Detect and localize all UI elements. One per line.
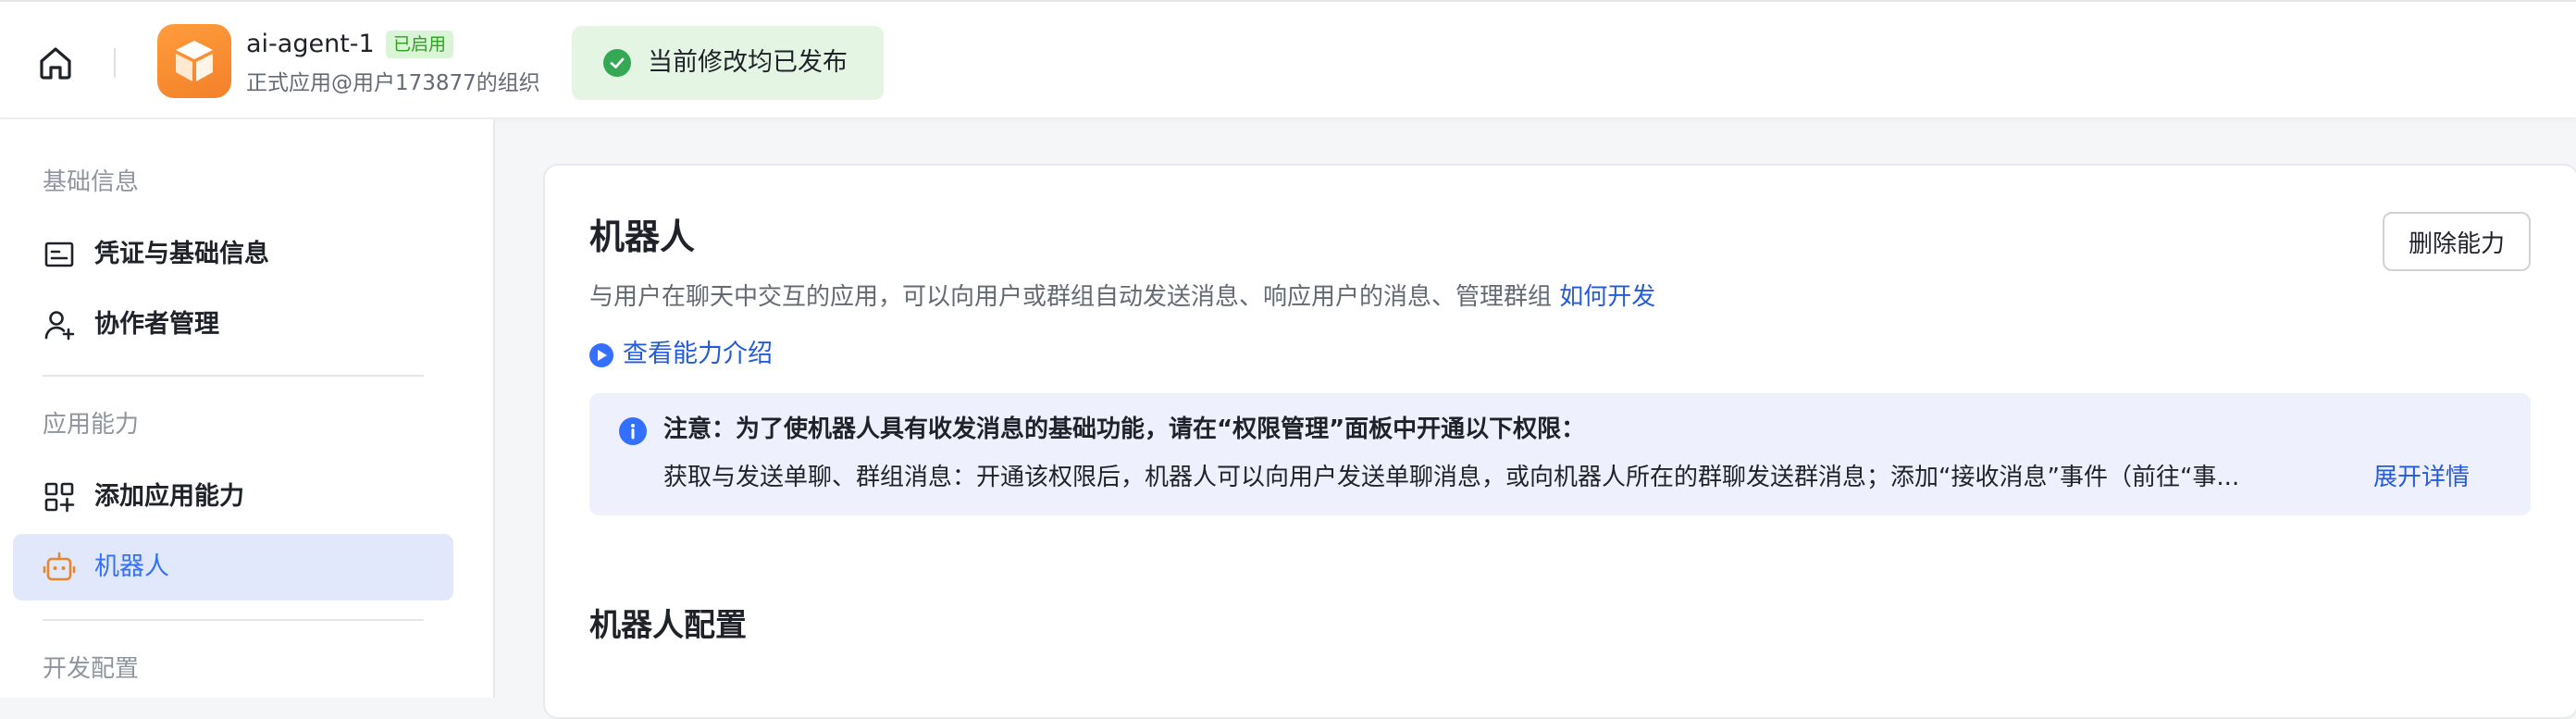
app-logo [157, 24, 231, 98]
sidebar-divider [43, 619, 424, 621]
sidebar-item-bot[interactable]: 机器人 [13, 534, 453, 601]
status-badge: 已启用 [386, 31, 454, 58]
play-circle-icon [589, 343, 613, 367]
sidebar-item-label: 添加应用能力 [94, 482, 244, 511]
id-card-icon [44, 242, 74, 267]
sidebar-item-label: 凭证与基础信息 [94, 240, 269, 268]
how-to-develop-link[interactable]: 如何开发 [1559, 283, 1655, 311]
expand-details-link[interactable]: 展开详情 [2373, 460, 2470, 495]
sidebar-item-credentials[interactable]: 凭证与基础信息 [13, 221, 453, 288]
user-add-icon [44, 311, 75, 341]
app-name: ai-agent-1 [246, 30, 375, 58]
check-circle-icon [603, 49, 631, 77]
home-icon [40, 47, 71, 80]
permission-notice: 注意：为了使机器人具有收发消息的基础功能，请在“权限管理”面板中开通以下权限： … [589, 393, 2531, 515]
sidebar-item-label: 机器人 [94, 552, 169, 581]
box-icon [176, 41, 213, 81]
sidebar-group-dev: 开发配置 [43, 655, 140, 683]
sidebar-item-label: 协作者管理 [94, 310, 219, 339]
page-title: 机器人 [589, 217, 696, 257]
sidebar-group-basic: 基础信息 [43, 168, 140, 196]
sidebar-item-add-capability[interactable]: 添加应用能力 [13, 464, 453, 530]
capability-description: 与用户在聊天中交互的应用，可以向用户或群组自动发送消息、响应用户的消息、管理群组… [589, 280, 1655, 314]
robot-icon [43, 552, 76, 581]
home-button[interactable] [35, 43, 76, 83]
publish-status-text: 当前修改均已发布 [648, 48, 848, 77]
description-text: 与用户在聊天中交互的应用，可以向用户或群组自动发送消息、响应用户的消息、管理群组 [589, 283, 1553, 311]
header-divider [114, 48, 116, 78]
app-subtitle: 正式应用@用户173877的组织 [246, 71, 540, 95]
info-icon [619, 417, 647, 445]
top-bar: ai-agent-1 已启用 正式应用@用户173877的组织 当前修改均已发布 [0, 0, 2576, 118]
sidebar-item-collaborators[interactable]: 协作者管理 [13, 291, 453, 358]
sidebar-divider [43, 375, 424, 377]
bot-config-heading: 机器人配置 [589, 607, 747, 644]
notice-heading: 注意：为了使机器人具有收发消息的基础功能，请在“权限管理”面板中开通以下权限： [663, 415, 1586, 443]
bot-capability-card: 机器人 删除能力 与用户在聊天中交互的应用，可以向用户或群组自动发送消息、响应用… [543, 164, 2576, 719]
sidebar: 基础信息 凭证与基础信息 协作者管理 应用能力 添加应用能力 机器人 开发配置 [0, 119, 495, 698]
delete-capability-button[interactable]: 删除能力 [2383, 212, 2531, 271]
view-intro-label: 查看能力介绍 [623, 340, 773, 368]
publish-status-banner: 当前修改均已发布 [572, 26, 884, 100]
sidebar-group-capabilities: 应用能力 [43, 411, 140, 439]
notice-body: 获取与发送单聊、群组消息：开通该权限后，机器人可以向用户发送单聊消息，或向机器人… [663, 464, 2240, 491]
apps-add-icon [44, 482, 75, 513]
